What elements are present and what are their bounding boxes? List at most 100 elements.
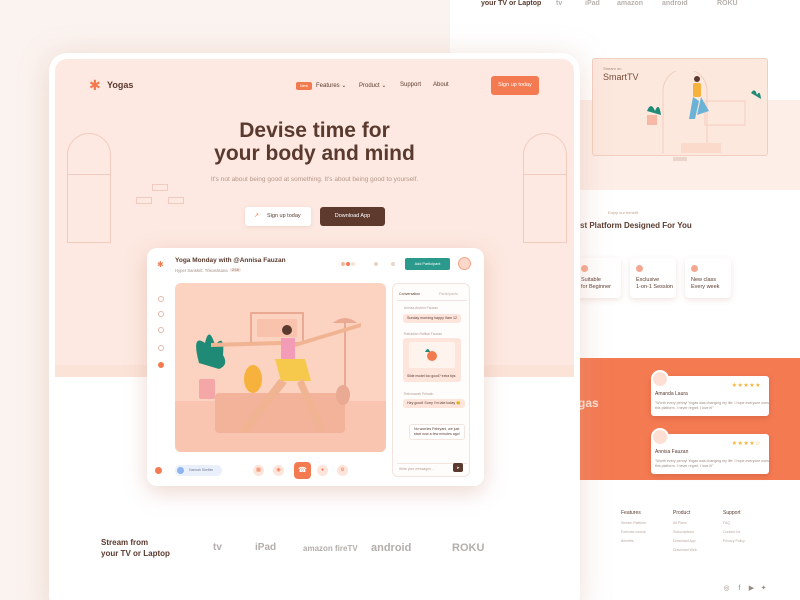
footer-link[interactable]: Contact Us: [723, 530, 745, 534]
participant-avatar: [350, 261, 356, 267]
camera-icon[interactable]: ◉: [273, 465, 284, 476]
app-mockup: ✱ Yoga Monday with @Annisa Fauzan Hyper …: [147, 248, 484, 486]
reviewer-avatar: [651, 428, 669, 446]
session-timer-badge: 2:16: [230, 268, 241, 272]
tv-yoga-illustration: [647, 71, 761, 153]
testimonial-brand-text: gas: [578, 396, 599, 410]
mute-mic-toggle[interactable]: Hannah Shelbie: [175, 465, 222, 476]
nav-item-product[interactable]: Product ⌄: [359, 82, 386, 89]
message-author: Annisa Andrini Fauzan: [404, 306, 438, 310]
reviewer-name: Amanda Laura: [655, 391, 688, 397]
tv-stand: [673, 157, 687, 161]
review-card: Amanda Laura ★★★★★ "Worth every penny! Y…: [651, 370, 769, 416]
footer-link[interactable]: Download Web: [673, 548, 697, 552]
chat-image-message: Slide model too good? extra tips: [403, 338, 461, 382]
chat-icon[interactable]: [158, 345, 164, 351]
chat-message: Sunday morning happy 9am 12: [403, 314, 461, 323]
yoga-instructor-illustration: [175, 312, 386, 452]
video-stream: [175, 283, 386, 452]
session-subtitle: Hyper Sanskrit: Trikonāsana: [175, 268, 228, 273]
download-app-button[interactable]: Download App: [320, 207, 385, 226]
end-call-button[interactable]: ☎: [294, 462, 311, 479]
divider: [397, 300, 467, 301]
ipad-logo: iPad: [255, 542, 277, 553]
add-participant-button[interactable]: Add Participant: [405, 258, 450, 270]
facebook-icon[interactable]: f: [736, 585, 743, 592]
reviewer-name: Annisa Fauzan: [655, 449, 689, 455]
footer-col-product: Product All Plans Subscriptions Download…: [673, 510, 697, 552]
feature-label: New class Every week: [691, 277, 720, 290]
message-author: Rahadian Rafikal Fauzan: [404, 332, 443, 336]
logo[interactable]: ✱ Yogas: [89, 78, 134, 92]
hero-signup-button[interactable]: ↗ Sign up today: [245, 207, 311, 226]
nav-item-about[interactable]: About: [433, 82, 449, 88]
settings-icon[interactable]: ⚙: [337, 465, 348, 476]
smarttv-preview: Stream on SmartTV: [592, 58, 768, 156]
footer-col-features: Features Stream Platform Exercise course…: [621, 510, 646, 543]
bg-ipad-logo: iPad: [585, 0, 600, 7]
send-icon[interactable]: ➤: [453, 463, 463, 472]
smarttv-small-label: Stream on: [603, 66, 622, 71]
bg-roku-logo: ROKU: [717, 0, 738, 7]
home-icon[interactable]: [158, 296, 164, 302]
logo-flower-icon: ✱: [157, 260, 164, 269]
video-icon[interactable]: [158, 362, 164, 368]
chat-message-self: No worries Febryani, we just start now a…: [409, 424, 465, 440]
hero-subtitle: It's not about being good at something. …: [210, 176, 419, 183]
calendar-icon[interactable]: [158, 311, 164, 317]
mic-icon: [177, 467, 184, 474]
reviewer-avatar: [651, 370, 669, 388]
benefit-small-label: Enjoy our benefit: [608, 210, 639, 215]
grid-view-icon[interactable]: ▦: [253, 465, 264, 476]
feature-card-exclusive: Exclusive 1-on-1 Session: [630, 258, 676, 298]
user-avatar[interactable]: [458, 257, 471, 270]
footer-link[interactable]: FAQ: [723, 521, 745, 525]
tab-participants[interactable]: Participants: [439, 292, 458, 296]
bg-appletv-logo: tv: [556, 0, 563, 7]
youtube-icon[interactable]: ▶: [748, 585, 755, 592]
footer-heading: Support: [723, 510, 741, 516]
feature-icon: [636, 265, 643, 272]
external-link-icon: ↗: [254, 213, 260, 219]
platform-title: st Platform Designed For You: [580, 221, 692, 230]
message-author: Rahmawati Prihatin: [404, 392, 434, 396]
chevron-down-icon: ⌄: [381, 83, 387, 89]
footer-link[interactable]: Benefits: [621, 539, 646, 543]
nav-item-features[interactable]: Features ⌄: [316, 82, 346, 89]
session-title: Yoga Monday with @Annisa Fauzan: [175, 257, 286, 264]
footer-link[interactable]: Subscriptions: [673, 530, 697, 534]
appletv-logo: tv: [213, 542, 222, 553]
rating-stars: ★★★★☆: [731, 441, 761, 447]
instagram-icon[interactable]: ◎: [723, 585, 730, 592]
footer-heading: Features: [621, 510, 641, 516]
twitter-icon[interactable]: ✦: [760, 585, 767, 592]
hero-title-line2: your body and mind: [214, 142, 415, 165]
share-icon[interactable]: [390, 261, 396, 267]
lock-icon[interactable]: [373, 261, 379, 267]
decor-brick: [168, 197, 184, 204]
live-indicator: [155, 467, 162, 474]
stream-title: Stream from your TV or Laptop: [101, 538, 170, 558]
footer-col-support: Support FAQ Contact Us Privacy Policy: [723, 510, 745, 543]
new-badge: New: [296, 82, 313, 90]
settings-icon[interactable]: [158, 327, 164, 333]
signup-button[interactable]: Sign up today: [491, 76, 539, 95]
decor-brick: [152, 184, 168, 191]
logo-text: Yogas: [107, 80, 134, 90]
footer-link[interactable]: Download App: [673, 539, 697, 543]
main-landing-card: ✱ Yogas New Features ⌄ Product ⌄ Support…: [49, 53, 580, 600]
decor-brick: [136, 197, 152, 204]
footer-link[interactable]: Privacy Policy: [723, 539, 745, 543]
chat-panel: Conversation Participants Annisa Andrini…: [392, 283, 470, 477]
chat-message: Hey good! Sorry I'm late today 😊: [403, 399, 465, 408]
android-logo: android: [371, 542, 412, 554]
footer-link[interactable]: Exercise course: [621, 530, 646, 534]
bg-android-logo: android: [662, 0, 688, 7]
footer-link[interactable]: All Plans: [673, 521, 697, 525]
tab-conversation[interactable]: Conversation: [399, 292, 420, 296]
record-icon[interactable]: ●: [317, 465, 328, 476]
nav-item-support[interactable]: Support: [400, 82, 421, 88]
bg-amazon-logo: amazon: [617, 0, 644, 7]
footer-link[interactable]: Stream Platform: [621, 521, 646, 525]
feature-label: Suitable for Beginner: [581, 277, 611, 290]
